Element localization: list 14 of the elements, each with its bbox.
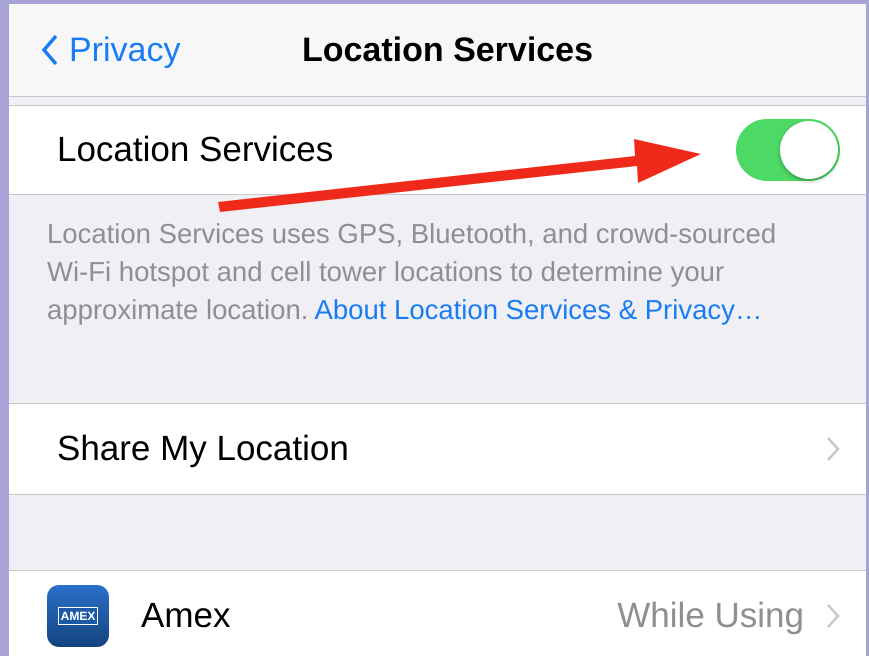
about-link[interactable]: About Location Services & Privacy… — [314, 294, 762, 325]
permission-value: While Using — [617, 596, 804, 636]
row-label: Location Services — [57, 130, 334, 170]
footer-text: Location Services uses GPS, Bluetooth, and crowd-sourced Wi-Fi hotspot and cell tower locations to determine your approximate location. About Location Services & Privacy… — [47, 217, 778, 327]
app-name: Amex — [141, 596, 230, 636]
nav-title: Location Services — [302, 30, 593, 70]
toggle-switch[interactable] — [736, 119, 840, 181]
chevron-icon — [826, 436, 840, 462]
app-icon: AMEX — [47, 585, 109, 647]
share-location-row[interactable]: Share My Location — [9, 403, 866, 495]
back-button[interactable]: Privacy — [41, 30, 180, 70]
back-chevron-icon — [41, 34, 59, 66]
chevron-icon — [826, 603, 840, 629]
app-row[interactable]: AMEX Amex While Using — [9, 570, 866, 656]
